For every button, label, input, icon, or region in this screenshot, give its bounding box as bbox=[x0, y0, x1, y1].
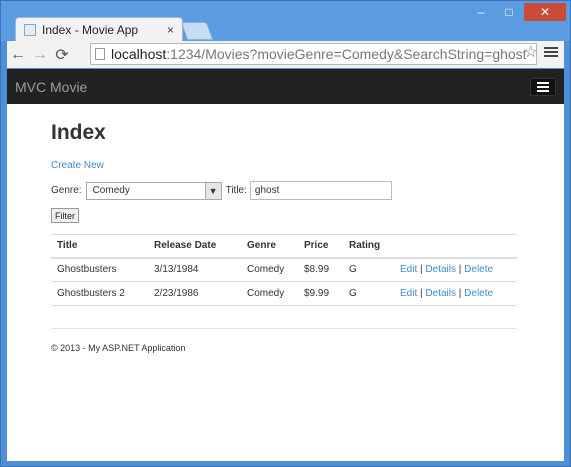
page-favicon-icon bbox=[24, 23, 36, 36]
footer-divider bbox=[51, 328, 517, 329]
browser-window: Index - Movie App × ‒ □ ✕ ← → ⟳ localhos… bbox=[0, 0, 571, 467]
footer-copyright: © 2013 - My ASP.NET Application bbox=[51, 343, 186, 353]
address-bar[interactable]: localhost:1234/Movies?movieGenre=Comedy&… bbox=[90, 43, 537, 65]
page-icon bbox=[95, 48, 105, 60]
search-input[interactable]: ghost bbox=[249, 181, 392, 200]
create-new-link[interactable]: Create New bbox=[51, 160, 104, 171]
url-text: localhost:1234/Movies?movieGenre=Comedy&… bbox=[111, 46, 527, 62]
filter-form: Genre: Comedy ▼ Title: ghost bbox=[51, 181, 519, 200]
genre-select[interactable]: Comedy ▼ bbox=[85, 181, 222, 200]
separator: | bbox=[458, 288, 462, 299]
reload-icon[interactable]: ⟳ bbox=[51, 44, 73, 66]
title-bar: Index - Movie App × ‒ □ ✕ bbox=[1, 1, 570, 41]
url-host: localhost bbox=[111, 46, 167, 62]
tab-title: Index - Movie App bbox=[42, 22, 139, 37]
cell-price: $8.99 bbox=[298, 257, 343, 282]
tab-close-icon[interactable]: × bbox=[167, 23, 174, 37]
col-rating-header: Rating bbox=[343, 234, 394, 259]
table-row: Ghostbusters 2 2/23/1986 Comedy $9.99 G … bbox=[51, 281, 517, 306]
site-navbar: MVC Movie bbox=[7, 69, 564, 104]
movies-table: Title Release Date Genre Price Rating Gh… bbox=[51, 234, 517, 306]
details-link[interactable]: Details bbox=[425, 288, 456, 299]
brand-link[interactable]: MVC Movie bbox=[15, 79, 87, 95]
cell-genre: Comedy bbox=[241, 257, 298, 282]
separator: | bbox=[420, 288, 423, 299]
cell-title: Ghostbusters bbox=[51, 257, 148, 282]
page-title: Index bbox=[51, 121, 106, 144]
cell-rating: G bbox=[343, 281, 394, 306]
cell-actions: Edit | Details | Delete bbox=[394, 257, 517, 282]
minimize-button[interactable]: ‒ bbox=[468, 3, 494, 21]
edit-link[interactable]: Edit bbox=[400, 264, 417, 275]
main-content: Index Create New Genre: Comedy ▼ Title: … bbox=[51, 121, 519, 353]
table-header-row: Title Release Date Genre Price Rating bbox=[51, 234, 517, 259]
cell-rating: G bbox=[343, 257, 394, 282]
url-path: :1234/Movies?movieGenre=Comedy&SearchStr… bbox=[166, 46, 527, 62]
browser-tab[interactable]: Index - Movie App × bbox=[15, 17, 183, 41]
window-controls: ‒ □ ✕ bbox=[468, 3, 566, 21]
hamburger-icon[interactable] bbox=[530, 77, 556, 96]
table-row: Ghostbusters 3/13/1984 Comedy $8.99 G Ed… bbox=[51, 257, 517, 282]
bookmark-star-icon[interactable]: ☆ bbox=[524, 42, 538, 62]
col-price-header: Price bbox=[298, 234, 343, 259]
delete-link[interactable]: Delete bbox=[464, 288, 493, 299]
genre-selected-value: Comedy bbox=[92, 185, 130, 196]
col-actions-header bbox=[394, 234, 517, 259]
cell-genre: Comedy bbox=[241, 281, 298, 306]
col-genre-header: Genre bbox=[241, 234, 298, 259]
browser-menu-icon[interactable] bbox=[544, 45, 558, 59]
col-release-date-header: Release Date bbox=[148, 234, 241, 259]
maximize-button[interactable]: □ bbox=[496, 3, 522, 21]
chevron-down-icon: ▼ bbox=[204, 182, 221, 199]
back-icon[interactable]: ← bbox=[7, 44, 29, 66]
col-title-header: Title bbox=[51, 234, 148, 259]
delete-link[interactable]: Delete bbox=[464, 264, 493, 275]
page-viewport: MVC Movie Index Create New Genre: Comedy… bbox=[7, 69, 564, 461]
cell-release-date: 2/23/1986 bbox=[148, 281, 241, 306]
browser-toolbar: ← → ⟳ localhost:1234/Movies?movieGenre=C… bbox=[7, 41, 564, 68]
cell-actions: Edit | Details | Delete bbox=[394, 281, 517, 306]
close-window-button[interactable]: ✕ bbox=[524, 3, 566, 21]
new-tab-button[interactable] bbox=[180, 22, 214, 40]
filter-button[interactable]: Filter bbox=[51, 208, 79, 223]
genre-label: Genre: bbox=[51, 185, 82, 196]
details-link[interactable]: Details bbox=[425, 264, 456, 275]
cell-price: $9.99 bbox=[298, 281, 343, 306]
separator: | bbox=[458, 264, 462, 276]
cell-release-date: 3/13/1984 bbox=[148, 257, 241, 282]
title-label: Title: bbox=[225, 185, 247, 196]
forward-icon[interactable]: → bbox=[29, 44, 51, 66]
edit-link[interactable]: Edit bbox=[400, 288, 417, 299]
separator: | bbox=[420, 264, 423, 276]
cell-title: Ghostbusters 2 bbox=[51, 281, 148, 306]
